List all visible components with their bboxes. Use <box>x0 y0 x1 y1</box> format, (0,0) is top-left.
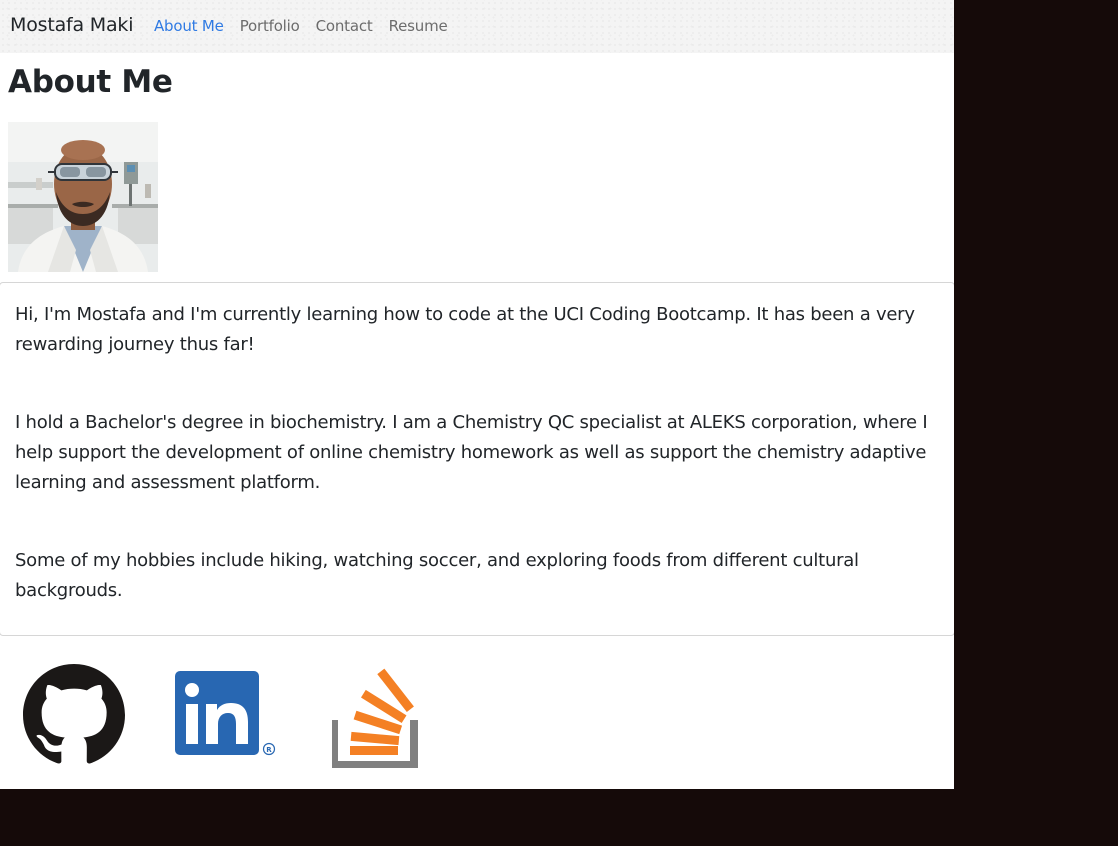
stackoverflow-icon <box>330 668 418 769</box>
page: Mostafa Maki About Me Portfolio Contact … <box>0 0 954 789</box>
stackoverflow-link[interactable] <box>330 662 420 769</box>
github-link[interactable] <box>23 664 125 766</box>
page-title: About Me <box>8 64 173 100</box>
svg-text:R: R <box>266 746 272 754</box>
nav-link-portfolio[interactable]: Portfolio <box>240 17 300 35</box>
linkedin-icon: R <box>175 671 276 756</box>
about-card: Hi, I'm Mostafa and I'm currently learni… <box>0 282 954 636</box>
linkedin-link[interactable]: R <box>174 670 278 760</box>
navbar: Mostafa Maki About Me Portfolio Contact … <box>0 0 954 53</box>
profile-photo <box>8 122 158 272</box>
about-paragraph: I hold a Bachelor's degree in biochemist… <box>15 412 928 493</box>
nav-link-about-me[interactable]: About Me <box>154 17 224 35</box>
about-paragraph: Hi, I'm Mostafa and I'm currently learni… <box>15 304 915 355</box>
social-links: R <box>0 660 954 770</box>
navbar-brand[interactable]: Mostafa Maki <box>10 14 134 36</box>
nav-link-resume[interactable]: Resume <box>389 17 448 35</box>
nav-links: About Me Portfolio Contact Resume <box>154 17 464 35</box>
about-paragraph: Some of my hobbies include hiking, watch… <box>15 550 859 601</box>
nav-link-contact[interactable]: Contact <box>316 17 373 35</box>
github-icon <box>23 664 125 764</box>
